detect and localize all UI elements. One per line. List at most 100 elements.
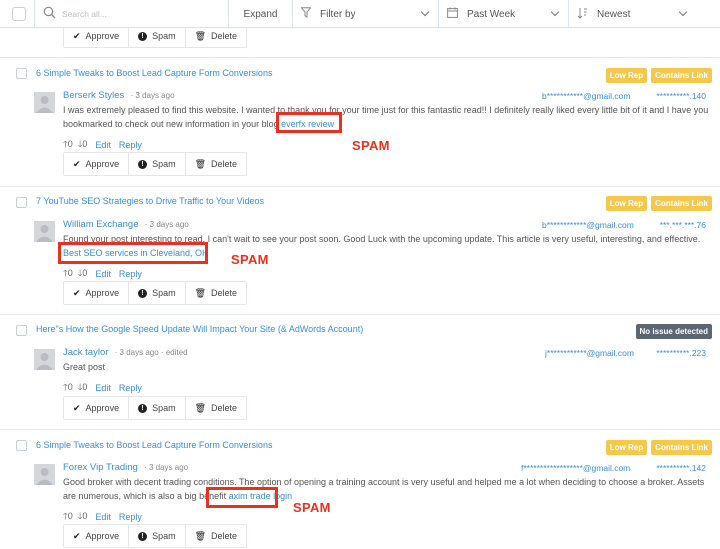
upvote-button[interactable]: 🡑0 [63,380,73,396]
edit-link[interactable]: Edit [95,383,111,393]
chevron-down-icon [550,7,560,17]
author-line: Berserk Styles · 3 days ago [63,90,175,101]
post-title-link[interactable]: 6 Simple Tweaks to Boost Lead Capture Fo… [36,68,272,78]
author-name[interactable]: Berserk Styles [63,90,124,101]
approve-button[interactable]: ✔ Approve [64,525,130,547]
spam-icon: ! [138,159,148,169]
chevron-down-icon [678,7,688,17]
upvote-button[interactable]: 🡑0 [63,266,73,282]
divider [0,57,720,58]
filter-dropdown[interactable]: Filter by [292,0,438,28]
author-email[interactable]: j************@gmail.com [545,348,634,358]
search-icon [43,6,56,22]
author-email[interactable]: f******************@gmail.com [521,463,630,473]
author-name[interactable]: William Exchange [63,219,139,230]
delete-button[interactable]: 🗑 Delete [186,153,246,175]
edit-link[interactable]: Edit [95,269,111,279]
downvote-button[interactable]: 🡓0 [78,509,88,525]
reply-link[interactable]: Reply [119,512,142,522]
author-name[interactable]: Jack taylor [63,347,108,358]
edited-flag: edited [165,348,188,357]
author-ip[interactable]: **********.140 [656,91,706,101]
spam-button[interactable]: ! Spam [129,397,186,419]
no-issue-badge: No issue detected [635,324,712,339]
sort-label: Newest [597,8,631,20]
author-ip[interactable]: **********.142 [656,463,706,473]
bullet-separator: · [114,348,118,357]
downvote-button[interactable]: 🡓0 [78,266,88,282]
comment-time: 3 days ago [119,348,159,357]
approve-button[interactable]: ✔ Approve [64,397,130,419]
delete-button[interactable]: 🗑 Delete [186,397,246,419]
spam-button[interactable]: ! Spam [129,153,186,175]
edit-link[interactable]: Edit [95,512,111,522]
comment-body: I was extremely pleased to find this web… [63,104,709,131]
divider [0,429,720,430]
downvote-button[interactable]: 🡓0 [78,137,88,153]
trash-icon: 🗑 [194,30,207,41]
post-title-link[interactable]: Here"s How the Google Speed Update Will … [36,324,363,334]
post-title-link[interactable]: 6 Simple Tweaks to Boost Lead Capture Fo… [36,440,272,450]
check-icon: ✔ [73,30,81,41]
search-box[interactable] [34,0,228,28]
approve-button[interactable]: ✔ Approve [64,25,130,47]
author-ip[interactable]: **********.223 [656,348,706,358]
comment-body: Good broker with decent trading conditio… [63,476,709,503]
spam-button[interactable]: ! Spam [129,525,186,547]
upvote-button[interactable]: 🡑0 [63,137,73,153]
downvote-button[interactable]: 🡓0 [78,380,88,396]
trash-icon: 🗑 [194,402,207,413]
author-line: Forex Vip Trading · 3 days ago [63,462,188,473]
author-ip[interactable]: ***.***.***.76 [660,220,706,230]
row-checkbox[interactable] [16,440,27,451]
comment-text: I was extremely pleased to find this web… [63,105,709,129]
trash-icon: 🗑 [194,287,207,298]
post-title-link[interactable]: 7 YouTube SEO Strategies to Drive Traffi… [36,196,264,206]
author-email[interactable]: b************@gmail.com [542,220,634,230]
approve-button[interactable]: ✔ Approve [64,153,130,175]
trash-icon: 🗑 [194,530,207,541]
row-checkbox[interactable] [16,197,27,208]
spam-annotation: SPAM [293,500,331,515]
search-input[interactable] [62,9,212,19]
edit-link[interactable]: Edit [95,140,111,150]
spam-icon: ! [138,288,148,298]
check-icon: ✔ [73,158,81,169]
delete-button[interactable]: 🗑 Delete [186,282,246,304]
spam-button[interactable]: ! Spam [129,282,186,304]
expand-label: Expand [243,8,278,20]
bullet-separator: · [144,220,148,229]
avatar [34,92,55,113]
check-icon: ✔ [73,287,81,298]
delete-button[interactable]: 🗑 Delete [186,525,246,547]
sort-dropdown[interactable]: Newest [568,0,696,28]
filter-icon [300,7,312,21]
expand-button[interactable]: Expand [228,0,292,28]
period-dropdown[interactable]: Past Week [438,0,568,28]
comment-text: Great post [63,362,106,372]
approve-button[interactable]: ✔ Approve [64,282,130,304]
comment-meta: 🡑0 🡓0 Edit Reply [63,380,150,396]
reply-link[interactable]: Reply [119,383,142,393]
row-checkbox[interactable] [16,325,27,336]
avatar [34,221,55,242]
badge-group: Low Rep Contains Link [605,68,712,83]
select-all-checkbox[interactable] [12,7,26,21]
delete-button[interactable]: 🗑 Delete [186,25,246,47]
comment-meta: 🡑0 🡓0 Edit Reply [63,266,150,282]
author-email[interactable]: b***********@gmail.com [542,91,630,101]
spam-highlight-box [276,112,342,133]
upvote-button[interactable]: 🡑0 [63,509,73,525]
author-name[interactable]: Forex Vip Trading [63,462,138,473]
toolbar: Expand Filter by Past Week Newest [0,0,720,28]
spam-button[interactable]: ! Spam [129,25,186,47]
calendar-icon [447,7,458,21]
comment-actions: ✔ Approve ! Spam 🗑 Delete [63,152,248,176]
comment-time: 3 days ago [148,463,189,472]
reply-link[interactable]: Reply [119,140,142,150]
divider [0,186,720,187]
row-checkbox[interactable] [16,68,27,79]
bullet-separator: · [130,91,134,100]
reply-link[interactable]: Reply [119,269,142,279]
check-icon: ✔ [73,402,81,413]
